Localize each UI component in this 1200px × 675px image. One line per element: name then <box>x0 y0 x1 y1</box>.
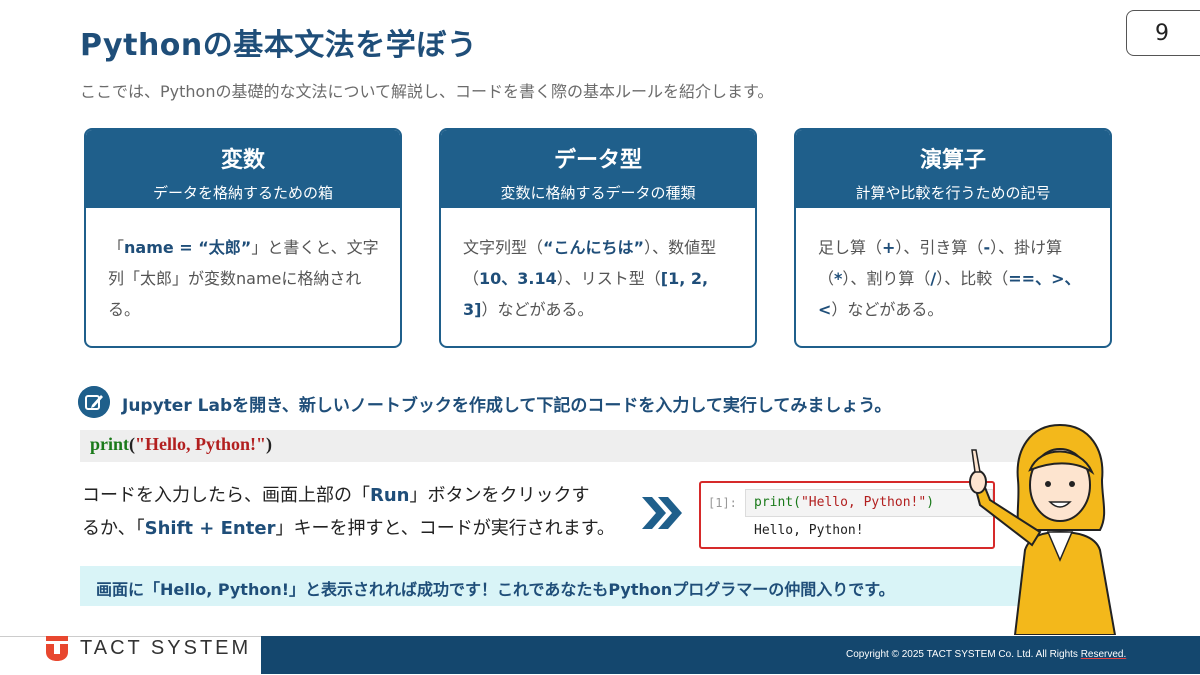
double-chevron-right-icon <box>642 497 682 529</box>
card-variables: 変数 データを格納するための箱 「name = “太郎”」と書くと、文字列「太郎… <box>84 128 402 348</box>
task-instruction: Jupyter Labを開き、新しいノートブックを作成して下記のコードを入力して… <box>122 396 892 416</box>
cell-output: Hello, Python! <box>754 523 864 538</box>
body-text: ）などがある。 <box>481 300 594 319</box>
slide-subtitle: ここでは、Pythonの基礎的な文法について解説し、コードを書く際の基本ルールを… <box>80 82 774 101</box>
body-text: 足し算（ <box>818 238 883 257</box>
body-text: ）、比較（ <box>936 269 1009 288</box>
cell-code-close: ) <box>926 495 935 510</box>
cell-code-string: "Hello, Python!" <box>800 495 927 510</box>
tact-logo-icon <box>46 636 68 661</box>
body-text: ）、リスト型（ <box>556 269 661 288</box>
code-line: print("Hello, Python!") <box>90 434 272 455</box>
cell-prompt: [1]: <box>708 496 737 510</box>
company-logo-text: TACT SYSTEM <box>80 637 252 659</box>
card-title: 演算子 <box>919 148 986 173</box>
copyright-main: Copyright © 2025 TACT SYSTEM Co. Ltd. Al… <box>846 649 1081 660</box>
card-body: 「name = “太郎”」と書くと、文字列「太郎」が変数nameに格納される。 <box>86 208 400 325</box>
slide-title: Pythonの基本文法を学ぼう <box>80 28 478 63</box>
card-header: 変数 データを格納するための箱 <box>86 130 400 208</box>
card-subtitle: データを格納するための箱 <box>152 184 333 202</box>
card-body: 足し算（+）、引き算（-）、掛け算（*）、割り算（/）、比較（==、>、<）など… <box>796 208 1110 325</box>
body-text: ）などがある。 <box>831 300 944 319</box>
card-body: 文字列型（“こんにちは”）、数値型（10、3.14）、リスト型（[1, 2, 3… <box>441 208 755 325</box>
card-subtitle: 変数に格納するデータの種類 <box>500 184 696 202</box>
code-string: "Hello, Python!" <box>135 434 266 454</box>
card-data-types: データ型 変数に格納するデータの種類 文字列型（“こんにちは”）、数値型（10、… <box>439 128 757 348</box>
run-instruction: コードを入力したら、画面上部の「Run」ボタンをクリックするか、「Shift +… <box>82 479 615 545</box>
cell-code-fn: print( <box>754 495 801 510</box>
body-text: 「 <box>108 238 125 257</box>
card-operators: 演算子 計算や比較を行うための記号 足し算（+）、引き算（-）、掛け算（*）、割… <box>794 128 1112 348</box>
emphasis-text: + <box>882 238 896 257</box>
body-text: コードを入力したら、画面上部の「 <box>82 485 370 506</box>
emphasis-text: name = “太郎” <box>124 238 252 257</box>
card-title: 変数 <box>220 148 265 173</box>
card-header: データ型 変数に格納するデータの種類 <box>441 130 755 208</box>
body-text: ）、割り算（ <box>842 269 931 288</box>
code-paren-close: ) <box>266 434 272 454</box>
card-header: 演算子 計算や比較を行うための記号 <box>796 130 1110 208</box>
cell-code: print("Hello, Python!") <box>754 495 934 510</box>
body-text: 」キーを押すと、コードが実行されます。 <box>275 518 615 539</box>
body-text: 」ボタンをクリックす <box>409 485 590 506</box>
body-text: るか、「 <box>82 518 145 539</box>
businesswoman-illustration <box>969 423 1117 635</box>
code-function: print <box>90 434 130 454</box>
body-text: 文字列型（ <box>463 238 544 257</box>
page-number: 9 <box>1126 10 1200 56</box>
success-message: 画面に「Hello, Python!」と表示されれば成功です！これであなたもPy… <box>96 580 895 599</box>
emphasis-text: Shift + Enter <box>144 518 276 539</box>
emphasis-text: “こんにちは” <box>543 238 645 257</box>
card-title: データ型 <box>553 148 642 173</box>
copyright-text: Copyright © 2025 TACT SYSTEM Co. Ltd. Al… <box>846 649 1126 660</box>
edit-icon <box>78 386 110 418</box>
body-text: ）、引き算（ <box>895 238 984 257</box>
emphasis-text: Run <box>370 485 410 506</box>
card-subtitle: 計算や比較を行うための記号 <box>855 184 1051 202</box>
copyright-reserved: Reserved. <box>1080 649 1127 660</box>
emphasis-text: 10、3.14 <box>479 269 557 288</box>
